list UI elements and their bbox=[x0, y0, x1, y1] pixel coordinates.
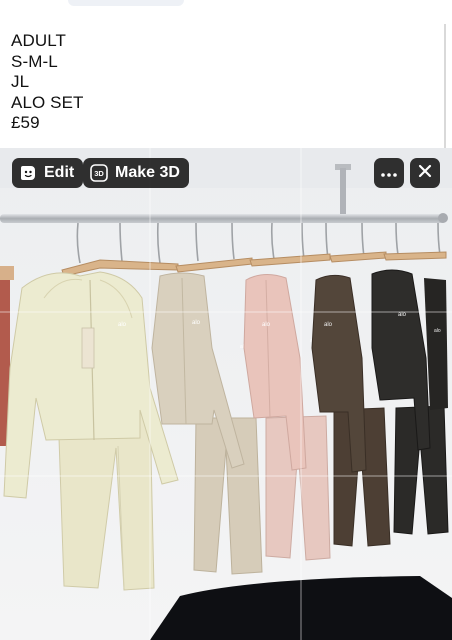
3d-badge-text: 3D bbox=[94, 169, 104, 178]
svg-text:alo: alo bbox=[192, 320, 201, 326]
caption-line-sizes: S-M-L bbox=[11, 51, 58, 71]
svg-text:alo: alo bbox=[434, 328, 441, 334]
make-3d-button-label: Make 3D bbox=[115, 164, 180, 181]
close-button[interactable] bbox=[410, 158, 440, 188]
scrollbar-track bbox=[444, 24, 446, 148]
caption-line-size-group: ADULT bbox=[11, 31, 66, 50]
top-edge-fragment bbox=[68, 0, 184, 6]
svg-text:alo: alo bbox=[118, 322, 127, 328]
more-options-button[interactable] bbox=[374, 158, 404, 188]
caption-line-code: JL bbox=[11, 72, 30, 91]
product-photo[interactable]: alo alo alo alo alo alo alo alo bbox=[0, 148, 452, 640]
svg-text:alo: alo bbox=[398, 312, 407, 318]
svg-text:alo: alo bbox=[324, 322, 333, 328]
edit-button-label: Edit bbox=[44, 164, 75, 181]
close-icon bbox=[418, 164, 432, 183]
3d-badge-icon: 3D bbox=[90, 164, 108, 182]
caption-line-price: £59 bbox=[11, 113, 40, 132]
svg-text:alo: alo bbox=[262, 322, 271, 328]
caption-line-product: ALO SET bbox=[11, 92, 84, 112]
edit-button[interactable]: Edit bbox=[12, 158, 84, 188]
make-3d-button[interactable]: 3D Make 3D bbox=[83, 158, 189, 188]
sparkle-face-icon bbox=[19, 164, 37, 182]
post-caption: ADULT S-M-L JL ALO SET £59 bbox=[11, 31, 431, 134]
more-horizontal-icon bbox=[381, 164, 397, 182]
